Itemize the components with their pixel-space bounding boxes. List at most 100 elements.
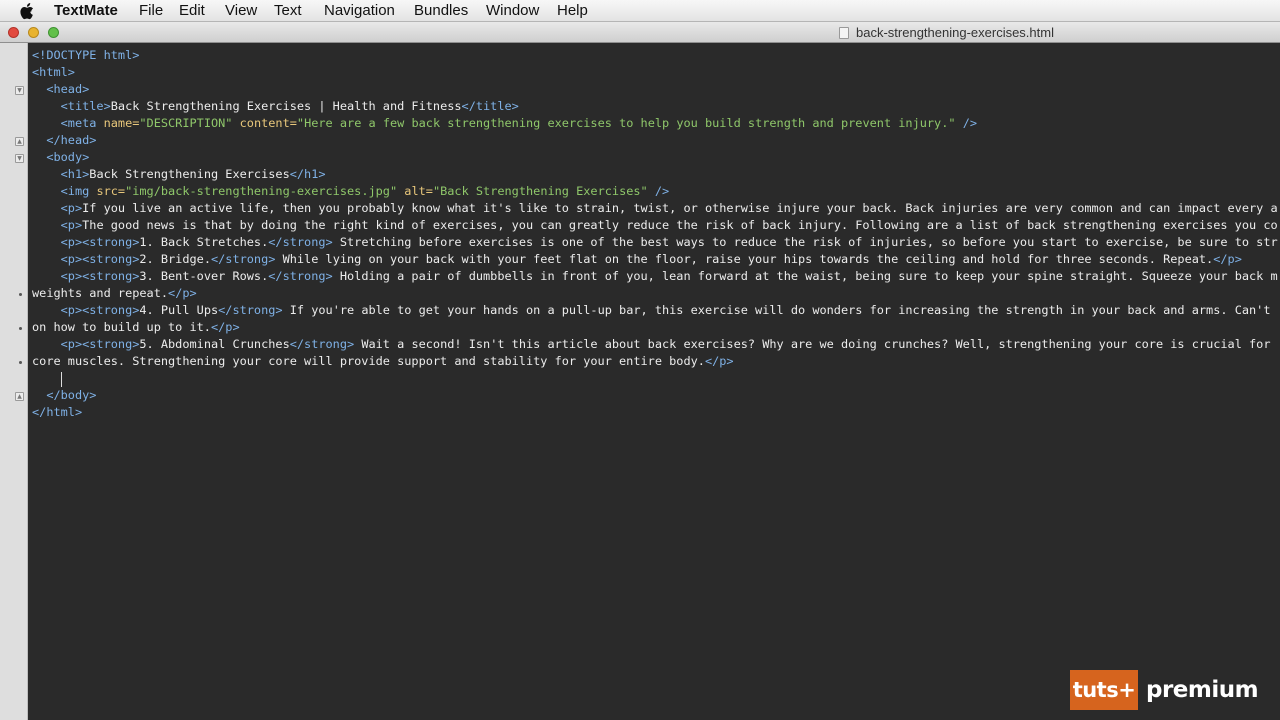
code-line[interactable]: <!DOCTYPE html> <box>32 47 139 64</box>
fold-head-end-icon[interactable]: ▲ <box>15 137 24 146</box>
code-token-txt: While lying on your back with your feet … <box>275 252 1214 266</box>
code-token-tag: </h1> <box>289 167 326 181</box>
code-line[interactable]: <html> <box>32 64 75 81</box>
editor-gutter[interactable]: ▼ ▲ ▼ ▲ <box>0 43 28 720</box>
zoom-window-button[interactable] <box>48 27 59 38</box>
code-line[interactable]: </head> <box>32 132 96 149</box>
code-token-tag: <img <box>60 184 97 198</box>
code-token-txt: Back Strengthening Exercises <box>89 167 290 181</box>
code-line[interactable]: </body> <box>32 387 96 404</box>
menu-bar: TextMate File Edit View Text Navigation … <box>0 0 1280 22</box>
watermark-brand: tuts+ <box>1072 678 1136 702</box>
soft-wrap-indicator-icon <box>19 361 22 364</box>
code-token-txt: Stretching before exercises is one of th… <box>332 235 1278 249</box>
code-token-attr: content= <box>239 116 297 130</box>
code-token-tag: <p><strong> <box>60 337 140 351</box>
code-token-txt: on how to build up to it. <box>32 320 211 334</box>
code-line[interactable]: weights and repeat.</p> <box>32 285 197 302</box>
fold-body-end-icon[interactable]: ▲ <box>15 392 24 401</box>
code-line[interactable]: <p><strong>4. Pull Ups</strong> If you'r… <box>32 302 1271 319</box>
window-title: back-strengthening-exercises.html <box>856 25 1054 40</box>
code-line[interactable]: <p>The good news is that by doing the ri… <box>32 217 1278 234</box>
code-token-tag: <!DOCTYPE html> <box>32 48 140 62</box>
soft-wrap-indicator-icon <box>19 327 22 330</box>
code-token-tag: </p> <box>210 320 240 334</box>
code-token-tag: <html> <box>32 65 75 79</box>
code-token-tag: </strong> <box>268 269 333 283</box>
code-line[interactable]: <h1>Back Strengthening Exercises</h1> <box>32 166 326 183</box>
code-token-tag: /> <box>955 116 978 130</box>
code-token-tag: <meta <box>60 116 104 130</box>
code-line[interactable]: <p><strong>3. Bent-over Rows.</strong> H… <box>32 268 1278 285</box>
code-token-txt: 5. Abdominal Crunches <box>139 337 290 351</box>
code-token-txt: Back Strengthening Exercises | Health an… <box>110 99 462 113</box>
code-token-tag: </title> <box>461 99 519 113</box>
code-line[interactable]: <p><strong>2. Bridge.</strong> While lyi… <box>32 251 1242 268</box>
code-token-tag: <p><strong> <box>60 269 140 283</box>
code-token-txt: 4. Pull Ups <box>139 303 219 317</box>
code-token-txt: Wait a second! Isn't this article about … <box>354 337 1271 351</box>
code-token-txt: If you live an active life, then you pro… <box>82 201 1278 215</box>
minimize-window-button[interactable] <box>28 27 39 38</box>
menu-window[interactable]: Window <box>486 0 539 22</box>
code-token-attr: src= <box>96 184 126 198</box>
code-editor[interactable]: <!DOCTYPE html> <html> <head> <title>Back… <box>28 43 1280 720</box>
menu-bundles[interactable]: Bundles <box>414 0 468 22</box>
watermark-premium: premium <box>1146 677 1259 703</box>
code-line[interactable]: <body> <box>32 149 89 166</box>
code-token-tag: <h1> <box>60 167 90 181</box>
code-token-tag: <p><strong> <box>60 303 140 317</box>
fold-head-toggle-icon[interactable]: ▼ <box>15 86 24 95</box>
code-token-str: "Back Strengthening Exercises" <box>432 184 648 198</box>
code-line[interactable]: <img src="img/back-strengthening-exercis… <box>32 183 670 200</box>
menu-text[interactable]: Text <box>274 0 302 22</box>
window-title-bar[interactable]: back-strengthening-exercises.html <box>0 22 1280 43</box>
menu-view[interactable]: View <box>225 0 257 22</box>
code-token-tag: </p> <box>1213 252 1242 266</box>
code-line[interactable]: <head> <box>32 81 89 98</box>
code-token-attr: name= <box>103 116 140 130</box>
menu-app-textmate[interactable]: TextMate <box>54 0 118 22</box>
code-line[interactable]: <title>Back Strengthening Exercises | He… <box>32 98 519 115</box>
menu-navigation[interactable]: Navigation <box>324 0 395 22</box>
code-line[interactable]: <p><strong>5. Abdominal Crunches</strong… <box>32 336 1271 353</box>
code-token-tag: /> <box>647 184 670 198</box>
code-token-txt: 1. Back Stretches. <box>139 235 269 249</box>
code-line[interactable]: <meta name="DESCRIPTION" content="Here a… <box>32 115 977 132</box>
code-line[interactable]: </html> <box>32 404 82 421</box>
code-token-tag: </head> <box>46 133 97 147</box>
code-line[interactable]: on how to build up to it.</p> <box>32 319 240 336</box>
code-line[interactable]: core muscles. Strengthening your core wi… <box>32 353 734 370</box>
code-token-str: "DESCRIPTION" <box>139 116 233 130</box>
menu-file[interactable]: File <box>139 0 163 22</box>
code-token-txt: If you're able to get your hands on a pu… <box>282 303 1271 317</box>
code-token-tag: </html> <box>32 405 83 419</box>
text-caret <box>61 372 62 387</box>
code-line[interactable]: <p>If you live an active life, then you … <box>32 200 1278 217</box>
code-token-txt: The good news is that by doing the right… <box>82 218 1278 232</box>
menu-help[interactable]: Help <box>557 0 588 22</box>
code-token-tag: </strong> <box>268 235 333 249</box>
code-line[interactable]: <p><strong>1. Back Stretches.</strong> S… <box>32 234 1278 251</box>
html-document-icon[interactable] <box>839 27 849 39</box>
menu-edit[interactable]: Edit <box>179 0 205 22</box>
code-token-tag: <p> <box>60 201 83 215</box>
code-token-attr: alt= <box>404 184 433 198</box>
code-token-tag: <p><strong> <box>60 252 140 266</box>
code-token-tag: </p> <box>168 286 197 300</box>
apple-logo-icon[interactable] <box>20 2 36 20</box>
code-token-tag: </strong> <box>210 252 276 266</box>
fold-body-toggle-icon[interactable]: ▼ <box>15 154 24 163</box>
close-window-button[interactable] <box>8 27 19 38</box>
